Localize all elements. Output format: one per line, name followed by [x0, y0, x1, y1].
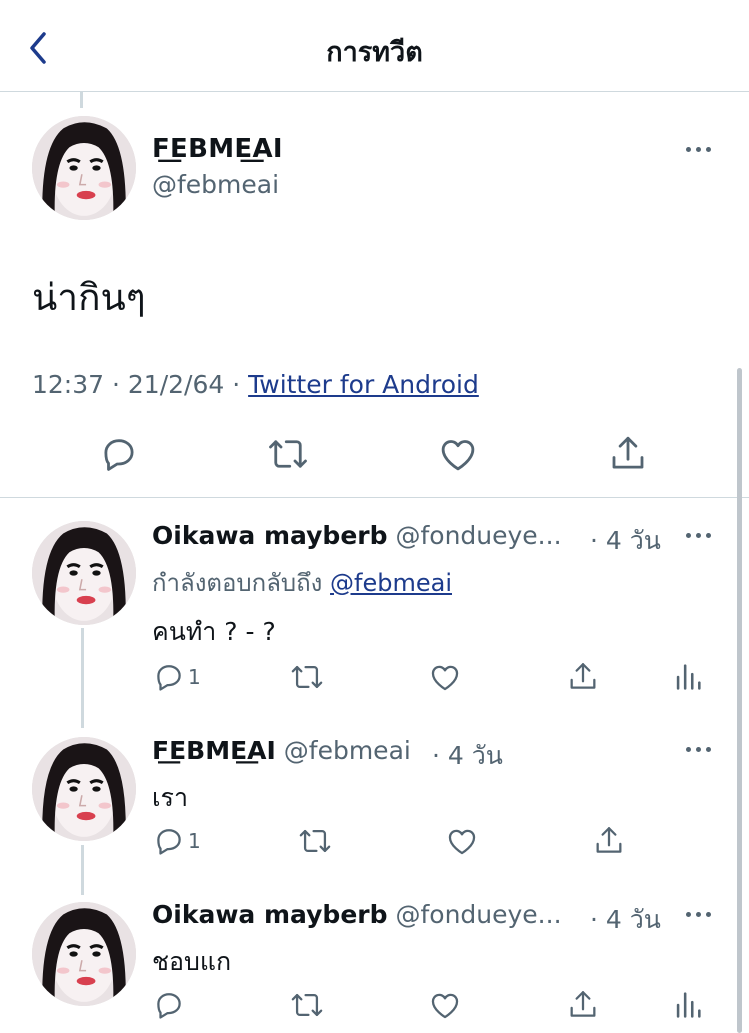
more-button[interactable] — [684, 524, 724, 548]
reply-button[interactable] — [152, 988, 188, 1022]
author-name[interactable]: F͟EBME͟AI — [152, 134, 283, 164]
reply-author-handle[interactable]: @fondueye... — [395, 521, 561, 550]
reply-author-name[interactable]: Oikawa mayberb — [152, 521, 388, 550]
thread-connector — [81, 628, 84, 728]
share-icon — [592, 824, 626, 858]
heart-icon — [437, 433, 479, 475]
thread-connector — [80, 92, 83, 108]
analytics-button[interactable] — [671, 988, 705, 1022]
retweet-icon — [290, 988, 324, 1022]
reply-bubble-icon — [152, 988, 186, 1022]
reply-time: · 4 วัน — [590, 526, 661, 555]
like-button[interactable] — [428, 660, 462, 694]
retweet-icon — [290, 660, 324, 694]
analytics-bars-icon — [671, 660, 705, 694]
reply-text: ชอบแก — [152, 947, 232, 976]
like-button[interactable] — [428, 988, 462, 1022]
reply-header: F͟EBME͟AI @febmeai — [152, 736, 437, 765]
retweet-button[interactable] — [290, 660, 324, 694]
tweet-meta: 12:37 · 21/2/64 · Twitter for Android — [32, 370, 479, 399]
reply-button[interactable]: 1 — [152, 660, 201, 694]
share-icon — [607, 433, 649, 475]
avatar-image — [32, 737, 136, 841]
reply-text: เรา — [152, 783, 189, 812]
share-button[interactable] — [566, 660, 600, 694]
more-horizontal-icon — [686, 533, 691, 538]
page-title: การทวีต — [326, 37, 423, 68]
retweet-icon — [267, 433, 309, 475]
more-button[interactable] — [684, 138, 724, 162]
reply-author-handle[interactable]: @fondueye... — [395, 900, 561, 929]
replying-to: กำลังตอบกลับถึง @febmeai — [152, 569, 452, 597]
reply-bubble-icon — [98, 433, 140, 475]
more-horizontal-icon — [686, 147, 691, 152]
avatar-image — [32, 521, 136, 625]
share-button[interactable] — [592, 824, 626, 858]
avatar[interactable] — [32, 116, 136, 220]
more-horizontal-icon — [686, 747, 691, 752]
share-button[interactable] — [566, 988, 600, 1022]
reply-header: Oikawa mayberb @fondueye... — [152, 900, 582, 929]
reply-button[interactable] — [98, 433, 140, 475]
share-icon — [566, 988, 600, 1022]
analytics-button[interactable] — [671, 660, 705, 694]
retweet-icon — [298, 824, 332, 858]
reply-time: · 4 วัน — [432, 741, 503, 770]
avatar-image — [32, 116, 136, 220]
share-button[interactable] — [607, 433, 649, 475]
reply-bubble-icon — [152, 660, 186, 694]
reply-button[interactable]: 1 — [152, 824, 201, 858]
divider — [0, 497, 749, 498]
like-button[interactable] — [445, 824, 479, 858]
heart-icon — [428, 660, 462, 694]
tweet-source-link[interactable]: Twitter for Android — [248, 370, 479, 399]
more-button[interactable] — [684, 903, 724, 927]
reply-count: 1 — [188, 829, 201, 853]
reply-count: 1 — [188, 665, 201, 689]
replying-to-link[interactable]: @febmeai — [330, 569, 452, 597]
retweet-button[interactable] — [290, 988, 324, 1022]
reply-author-handle[interactable]: @febmeai — [284, 736, 411, 765]
reply-author-name[interactable]: F͟EBME͟AI — [152, 736, 276, 765]
retweet-button[interactable] — [267, 433, 309, 475]
share-icon — [566, 660, 600, 694]
heart-icon — [445, 824, 479, 858]
analytics-bars-icon — [671, 988, 705, 1022]
author-handle[interactable]: @febmeai — [152, 170, 279, 199]
more-button[interactable] — [684, 738, 724, 762]
more-horizontal-icon — [686, 912, 691, 917]
avatar[interactable] — [32, 902, 136, 1006]
like-button[interactable] — [437, 433, 479, 475]
tweet-timestamp: 12:37 · 21/2/64 · — [32, 370, 249, 399]
thread-connector — [81, 845, 84, 895]
heart-icon — [428, 988, 462, 1022]
top-bar: การทวีต — [0, 0, 749, 92]
retweet-button[interactable] — [298, 824, 332, 858]
scrollbar[interactable] — [737, 368, 742, 1033]
avatar-image — [32, 902, 136, 1006]
tweet-text: น่ากินๆ — [32, 276, 146, 319]
avatar[interactable] — [32, 737, 136, 841]
reply-author-name[interactable]: Oikawa mayberb — [152, 900, 388, 929]
reply-time: · 4 วัน — [590, 905, 661, 934]
avatar[interactable] — [32, 521, 136, 625]
reply-header: Oikawa mayberb @fondueye... — [152, 521, 582, 550]
reply-bubble-icon — [152, 824, 186, 858]
reply-text: คนทำ ? - ? — [152, 617, 276, 646]
